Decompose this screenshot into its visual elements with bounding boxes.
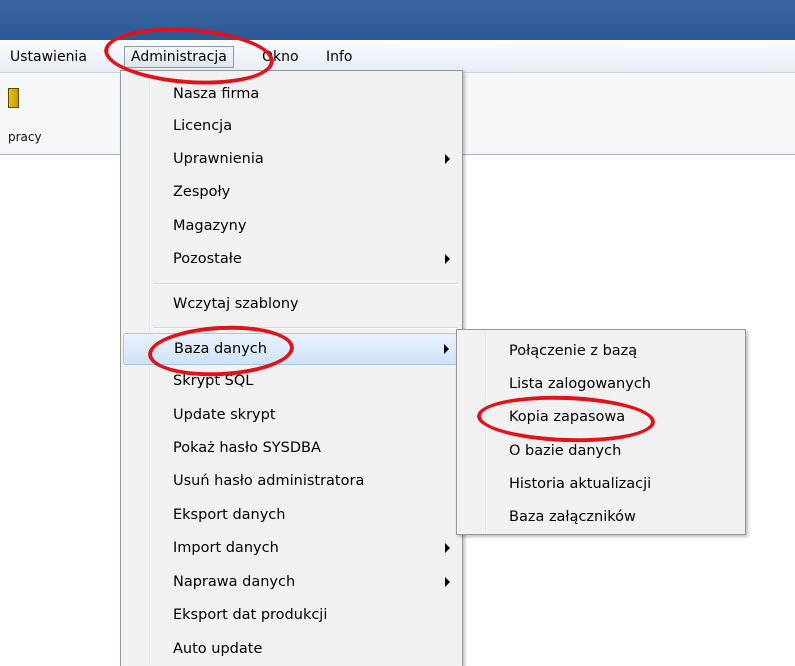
menu-item-label: Skrypt SQL xyxy=(173,373,254,389)
submenu-arrow-icon xyxy=(444,344,449,354)
menu-item-auto-update[interactable]: Auto update xyxy=(123,634,460,666)
menu-item-label: Update skrypt xyxy=(173,407,276,423)
submenu-arrow-icon xyxy=(445,254,450,264)
menu-item-label: Baza załączników xyxy=(509,509,636,525)
menu-item-label: Baza danych xyxy=(174,341,267,357)
menu-item-label: Usuń hasło administratora xyxy=(173,473,365,489)
menu-item-skrypt-sql[interactable]: Skrypt SQL xyxy=(123,366,460,398)
menu-item-baza-danych[interactable]: Baza danych xyxy=(123,333,460,365)
menu-item-label: Nasza firma xyxy=(173,86,260,102)
baza-danych-submenu: Połączenie z bazą Lista zalogowanych Kop… xyxy=(456,329,746,535)
submenu-arrow-icon xyxy=(445,577,450,587)
menu-item-label: Licencja xyxy=(173,118,233,134)
menu-ustawienia[interactable]: Ustawienia xyxy=(10,48,87,66)
menu-item-label: Połączenie z bazą xyxy=(509,343,638,359)
menu-item-o-bazie-danych[interactable]: O bazie danych xyxy=(459,436,743,468)
submenu-arrow-icon xyxy=(445,154,450,164)
menu-separator xyxy=(153,327,458,328)
menu-item-label: Historia aktualizacji xyxy=(509,476,652,492)
menu-item-label: Wczytaj szablony xyxy=(173,296,299,312)
menu-item-eksport-dat-produkcji[interactable]: Eksport dat produkcji xyxy=(123,600,460,632)
menu-item-import-danych[interactable]: Import danych xyxy=(123,533,460,565)
menu-item-wczytaj-szablony[interactable]: Wczytaj szablony xyxy=(123,289,460,321)
submenu-arrow-icon xyxy=(445,543,450,553)
menu-bar: Ustawienia Administracja Okno Info xyxy=(0,40,795,73)
menu-okno[interactable]: Okno xyxy=(262,48,299,66)
menu-item-label: Lista zalogowanych xyxy=(509,376,651,392)
menu-item-eksport-danych[interactable]: Eksport danych xyxy=(123,500,460,532)
menu-separator xyxy=(153,283,458,284)
menu-item-usun-haslo-administratora[interactable]: Usuń hasło administratora xyxy=(123,466,460,498)
menu-item-kopia-zapasowa[interactable]: Kopia zapasowa xyxy=(459,402,743,434)
menu-item-naprawa-danych[interactable]: Naprawa danych xyxy=(123,567,460,599)
menu-item-label: Eksport dat produkcji xyxy=(173,607,328,623)
menu-item-label: Pokaż hasło SYSDBA xyxy=(173,440,321,456)
menu-item-label: Import danych xyxy=(173,540,279,556)
menu-administracja[interactable]: Administracja xyxy=(124,46,234,68)
menu-item-uprawnienia[interactable]: Uprawnienia xyxy=(123,144,460,176)
menu-item-nasza-firma[interactable]: Nasza firma xyxy=(123,79,460,111)
menu-item-pozostale[interactable]: Pozostałe xyxy=(123,244,460,276)
menu-item-label: Naprawa danych xyxy=(173,574,296,590)
menu-item-label: Magazyny xyxy=(173,218,247,234)
menu-info[interactable]: Info xyxy=(326,48,353,66)
menu-item-lista-zalogowanych[interactable]: Lista zalogowanych xyxy=(459,369,743,401)
menu-item-label: Zespoły xyxy=(173,184,231,200)
menu-item-label: Uprawnienia xyxy=(173,151,264,167)
toolbar-item-label[interactable]: pracy xyxy=(8,130,42,144)
window-titlebar xyxy=(0,0,795,40)
menu-item-label: O bazie danych xyxy=(509,443,622,459)
menu-item-magazyny[interactable]: Magazyny xyxy=(123,211,460,243)
menu-item-label: Auto update xyxy=(173,641,263,657)
menu-item-label: Pozostałe xyxy=(173,251,242,267)
administracja-menu: Nasza firma Licencja Uprawnienia Zespoły… xyxy=(120,70,463,666)
menu-item-label: Kopia zapasowa xyxy=(509,409,626,425)
folder-icon[interactable] xyxy=(8,88,19,108)
menu-item-baza-zalacznikow[interactable]: Baza załączników xyxy=(459,502,743,534)
menu-item-licencja[interactable]: Licencja xyxy=(123,111,460,143)
menu-item-label: Eksport danych xyxy=(173,507,286,523)
menu-item-update-skrypt[interactable]: Update skrypt xyxy=(123,400,460,432)
menu-item-historia-aktualizacji[interactable]: Historia aktualizacji xyxy=(459,469,743,501)
menu-item-polaczenie-z-baza[interactable]: Połączenie z bazą xyxy=(459,336,743,368)
menu-item-zespoly[interactable]: Zespoły xyxy=(123,177,460,209)
menu-item-pokaz-haslo-sysdba[interactable]: Pokaż hasło SYSDBA xyxy=(123,433,460,465)
